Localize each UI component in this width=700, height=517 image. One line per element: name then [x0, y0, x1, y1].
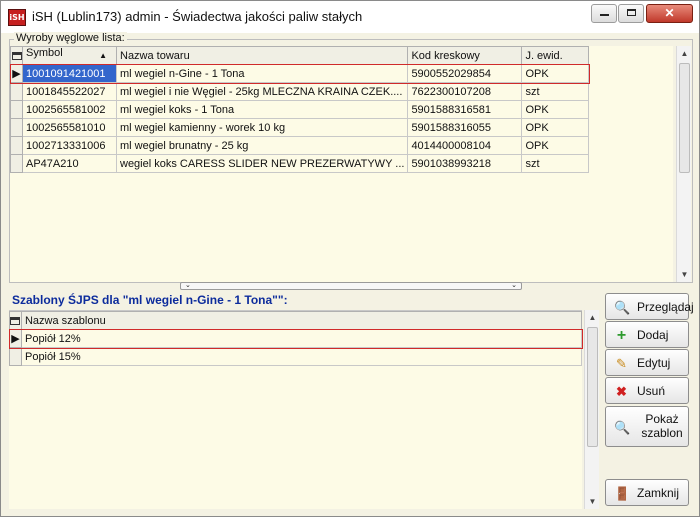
grid-menu-icon[interactable]: [10, 46, 23, 65]
edit-button[interactable]: ✎ Edytuj: [605, 349, 689, 376]
product-unit[interactable]: OPK: [521, 118, 590, 137]
product-barcode[interactable]: 4014400008104: [407, 136, 523, 155]
pencil-icon: ✎: [616, 356, 627, 371]
product-row[interactable]: ▶ 1001091421001 ml wegiel n-Gine - 1 Ton…: [9, 63, 590, 84]
product-name[interactable]: ml wegiel n-Gine - 1 Tona: [115, 64, 409, 83]
product-name[interactable]: ml wegiel i nie Węgiel - 25kg MLECZNA KR…: [115, 82, 409, 101]
templates-scrollbar[interactable]: ▲ ▼: [584, 310, 599, 509]
products-grid[interactable]: Symbol ▲ Nazwa towaru Kod kreskowy J. ewi…: [9, 46, 673, 282]
product-row[interactable]: 1002713331006 ml wegiel brunatny - 25 kg…: [10, 136, 590, 155]
product-symbol[interactable]: 1002565581002: [22, 100, 117, 119]
minimize-button[interactable]: [591, 4, 617, 23]
product-unit[interactable]: OPK: [521, 64, 590, 83]
magnifier-icon: 🔍: [614, 420, 631, 435]
product-name[interactable]: ml wegiel brunatny - 25 kg: [115, 136, 409, 155]
view-button[interactable]: 🔍 Przeglądaj: [605, 293, 694, 320]
window-title: iSH (Lublin173) admin - Świadectwa jakoś…: [32, 9, 363, 24]
products-header-row: Symbol ▲ Nazwa towaru Kod kreskowy J. ewi…: [10, 46, 590, 65]
column-header-name[interactable]: Nazwa towaru: [115, 46, 409, 65]
product-barcode[interactable]: 5901588316055: [407, 118, 523, 137]
scroll-up-icon[interactable]: ▲: [585, 310, 600, 325]
close-button[interactable]: 🚪 Zamknij: [605, 479, 689, 506]
current-row-indicator-icon: ▶: [9, 329, 22, 348]
product-unit[interactable]: szt: [521, 154, 590, 173]
show-template-button[interactable]: 🔍 Pokaż szablon: [605, 406, 689, 447]
product-row[interactable]: 1001845522027 ml wegiel i nie Węgiel - 2…: [10, 82, 590, 101]
product-name[interactable]: ml wegiel kamienny - worek 10 kg: [115, 118, 409, 137]
template-name[interactable]: Popiół 12%: [20, 329, 583, 348]
grid-menu-icon[interactable]: [9, 311, 22, 330]
product-symbol[interactable]: 1001091421001: [22, 64, 117, 83]
product-name[interactable]: ml wegiel koks - 1 Tona: [115, 100, 409, 119]
current-row-indicator-icon: ▶: [10, 64, 23, 83]
sort-ascending-icon: ▲: [99, 51, 107, 60]
products-scrollbar[interactable]: ▲ ▼: [676, 46, 691, 282]
close-icon: ✕: [664, 6, 675, 20]
product-unit[interactable]: OPK: [521, 136, 590, 155]
column-header-unit[interactable]: J. ewid.: [521, 46, 590, 65]
door-exit-icon: 🚪: [614, 486, 631, 501]
main-window: iSH iSH (Lublin173) admin - Świadectwa j…: [0, 0, 700, 517]
column-header-symbol[interactable]: Symbol ▲: [22, 46, 117, 65]
product-row[interactable]: AP47A210 wegiel koks CARESS SLIDER NEW P…: [10, 154, 590, 173]
scrollbar-thumb[interactable]: [679, 63, 690, 173]
product-barcode[interactable]: 5901588316581: [407, 100, 523, 119]
close-window-button[interactable]: ✕: [646, 4, 693, 23]
template-row[interactable]: ▶ Popiół 12%: [8, 328, 583, 349]
plus-icon: +: [616, 327, 627, 344]
splitter-down-icon[interactable]: ⌄: [511, 282, 517, 289]
templates-title: Szablony ŚJPS dla "ml wegiel n-Gine - 1 …: [12, 293, 288, 307]
product-barcode[interactable]: 7622300107208: [407, 82, 523, 101]
product-symbol[interactable]: 1002713331006: [22, 136, 117, 155]
templates-header-row: Nazwa szablonu: [9, 311, 583, 330]
scrollbar-thumb[interactable]: [587, 327, 598, 447]
product-name[interactable]: wegiel koks CARESS SLIDER NEW PREZERWATY…: [115, 154, 409, 173]
product-unit[interactable]: szt: [521, 82, 590, 101]
product-symbol[interactable]: 1001845522027: [22, 82, 117, 101]
column-header-barcode[interactable]: Kod kreskowy: [407, 46, 523, 65]
template-name[interactable]: Popiół 15%: [20, 347, 583, 366]
splitter-down-icon[interactable]: ⌄: [185, 282, 191, 289]
delete-icon: ✖: [616, 384, 627, 399]
product-row[interactable]: 1002565581002 ml wegiel koks - 1 Tona 59…: [10, 100, 590, 119]
scroll-down-icon[interactable]: ▼: [677, 267, 692, 282]
product-barcode[interactable]: 5901038993218: [407, 154, 523, 173]
product-barcode[interactable]: 5900552029854: [407, 64, 523, 83]
product-symbol[interactable]: 1002565581010: [22, 118, 117, 137]
product-symbol[interactable]: AP47A210: [22, 154, 117, 173]
maximize-button[interactable]: [618, 4, 644, 23]
add-button[interactable]: + Dodaj: [605, 321, 689, 348]
product-row[interactable]: 1002565581010 ml wegiel kamienny - worek…: [10, 118, 590, 137]
minimize-icon: [599, 14, 609, 16]
templates-table: Nazwa szablonu ▶ Popiół 12% Popiół 15%: [8, 311, 583, 366]
product-unit[interactable]: OPK: [521, 100, 590, 119]
products-group-label: Wyroby węglowe lista:: [14, 32, 127, 44]
title-bar: iSH iSH (Lublin173) admin - Świadectwa j…: [1, 1, 699, 33]
products-table: Symbol ▲ Nazwa towaru Kod kreskowy J. ewi…: [9, 46, 590, 173]
template-row[interactable]: Popiół 15%: [9, 347, 583, 366]
scroll-down-icon[interactable]: ▼: [585, 494, 600, 509]
app-icon: iSH: [8, 9, 26, 26]
column-header-template-name[interactable]: Nazwa szablonu: [20, 311, 583, 330]
delete-button[interactable]: ✖ Usuń: [605, 377, 689, 404]
panel-splitter[interactable]: ⌄ ⌄: [180, 282, 522, 290]
scroll-up-icon[interactable]: ▲: [677, 46, 692, 61]
magnifier-icon: 🔍: [614, 300, 631, 315]
maximize-icon: [626, 9, 636, 16]
templates-grid[interactable]: Nazwa szablonu ▶ Popiół 12% Popiół 15%: [8, 310, 583, 509]
